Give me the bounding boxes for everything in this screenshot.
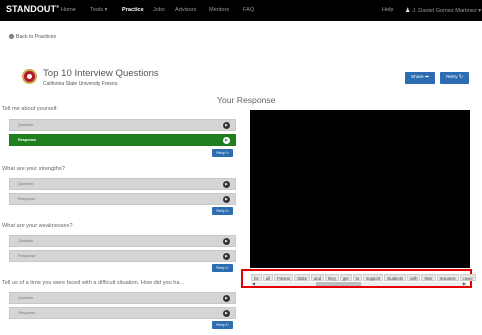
caption-word[interactable]: get <box>339 274 352 281</box>
your-response-heading: Your Response <box>217 95 276 105</box>
caption-word[interactable]: they <box>324 274 339 281</box>
play-icon[interactable]: ▶ <box>223 253 230 260</box>
nav-advisors[interactable]: Advisors <box>175 7 196 13</box>
nav-user-menu[interactable]: ♟ J. Daniel Gomez Martinez ▾ <box>405 7 481 14</box>
question-title: What are your strengths? <box>2 166 65 172</box>
response-label: Response <box>18 254 36 258</box>
scroll-right-icon[interactable]: ▶ <box>463 281 466 286</box>
caption-word[interactable]: with <box>406 274 421 281</box>
video-player[interactable] <box>250 110 470 268</box>
response-label: Response <box>18 138 37 142</box>
question-title: Tell us of a time you were faced with a … <box>2 280 185 286</box>
nav-mentors[interactable]: Mentors <box>209 7 229 13</box>
question-row[interactable]: Question ▶ <box>9 178 236 190</box>
play-icon[interactable]: ▶ <box>223 238 230 245</box>
nav-faq[interactable]: FAQ <box>243 7 254 13</box>
play-icon[interactable]: ▶ <box>223 137 230 144</box>
nav-jobs[interactable]: Jobs <box>153 7 165 13</box>
horizontal-scrollbar[interactable]: ◀ ▶ <box>251 281 467 286</box>
back-to-practices-link[interactable]: ‹ Back to Practices <box>9 34 56 40</box>
caption-word[interactable]: resumes <box>436 274 459 281</box>
page-subtitle: California State University Fresno <box>43 81 118 87</box>
play-icon[interactable]: ▶ <box>223 310 230 317</box>
caption-transcript-strip[interactable]: for all Fresno State and they get to sup… <box>241 269 476 288</box>
retry-button[interactable]: Retry ↻ <box>212 207 233 215</box>
question-label: Question <box>18 239 34 243</box>
caption-words: for all Fresno State and they get to sup… <box>251 274 476 281</box>
response-label: Response <box>18 311 36 315</box>
circle-arrow-left-icon: ‹ <box>9 34 14 40</box>
standout-logo[interactable]: STANDOUT® <box>6 4 59 14</box>
caption-word[interactable]: students <box>384 274 406 281</box>
caption-word[interactable]: for <box>251 274 262 281</box>
play-icon[interactable]: ▶ <box>223 122 230 129</box>
play-icon[interactable]: ▶ <box>223 196 230 203</box>
question-row[interactable]: Question ▶ <box>9 235 236 247</box>
question-label: Question <box>18 182 34 186</box>
user-icon: ♟ <box>405 8 411 14</box>
caption-word[interactable]: cover <box>459 274 476 281</box>
university-seal-logo <box>22 69 37 84</box>
question-title: What are your weaknesses? <box>2 223 73 229</box>
caption-word[interactable]: to <box>352 274 363 281</box>
share-button[interactable]: Share ➦ <box>405 72 435 84</box>
caption-word[interactable]: Fresno <box>274 274 294 281</box>
scroll-left-icon[interactable]: ◀ <box>252 281 255 286</box>
retry-button[interactable]: Retry ↻ <box>212 149 233 157</box>
nav-home[interactable]: Home <box>61 7 76 13</box>
question-label: Question <box>18 123 34 127</box>
caption-word[interactable]: support <box>363 274 384 281</box>
play-icon[interactable]: ▶ <box>223 181 230 188</box>
retry-all-button[interactable]: Retry ↻ <box>440 72 469 84</box>
scrollbar-thumb[interactable] <box>316 282 361 286</box>
retry-button[interactable]: Retry ↻ <box>212 321 233 329</box>
question-label: Question <box>18 296 34 300</box>
retry-button[interactable]: Retry ↻ <box>212 264 233 272</box>
nav-help[interactable]: Help <box>382 7 394 13</box>
question-title: Tell me about yourself. <box>2 106 58 112</box>
caption-word[interactable]: their <box>421 274 436 281</box>
response-row[interactable]: Response ▶ <box>9 307 236 319</box>
top-navbar: STANDOUT® Home Tools ▾ Practice Jobs Adv… <box>0 0 482 21</box>
question-row[interactable]: Question ▶ <box>9 292 236 304</box>
response-row[interactable]: Response ▶ <box>9 134 236 146</box>
response-label: Response <box>18 197 36 201</box>
nav-practice[interactable]: Practice <box>122 7 144 13</box>
caption-word[interactable]: all <box>262 274 274 281</box>
caption-word[interactable]: and <box>310 274 324 281</box>
caption-word[interactable]: State <box>294 274 310 281</box>
nav-tools[interactable]: Tools ▾ <box>90 7 107 13</box>
page-title: Top 10 Interview Questions <box>43 68 159 79</box>
play-icon[interactable]: ▶ <box>223 295 230 302</box>
response-row[interactable]: Response ▶ <box>9 250 236 262</box>
response-row[interactable]: Response ▶ <box>9 193 236 205</box>
question-row[interactable]: Question ▶ <box>9 119 236 131</box>
